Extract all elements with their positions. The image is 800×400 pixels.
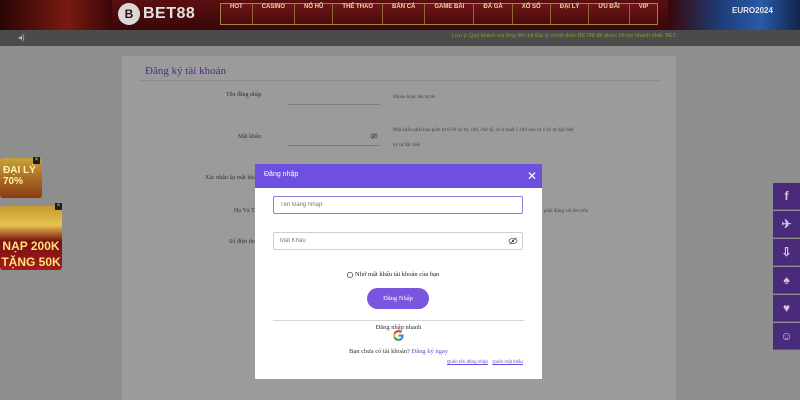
close-icon[interactable]: ✕: [525, 169, 539, 183]
nav-item-casino[interactable]: CASINO: [253, 4, 296, 24]
login-modal-title: Đăng nhập: [264, 171, 299, 178]
nav-item-ban-ca[interactable]: BẮN CÁ: [383, 4, 426, 24]
nav-item-uu-dai[interactable]: ƯU ĐÃI: [589, 4, 630, 24]
forgot-password-link[interactable]: Quên mật khẩu: [492, 359, 523, 364]
register-username-input[interactable]: [288, 104, 380, 105]
register-divider: [140, 80, 660, 81]
promo-close-icon[interactable]: ×: [55, 203, 62, 210]
download-icon[interactable]: ⇩: [773, 239, 800, 266]
promo-close-icon[interactable]: ×: [33, 157, 40, 164]
login-button[interactable]: Đăng Nhập: [367, 288, 429, 309]
speaker-icon: ◂): [18, 33, 25, 42]
logo[interactable]: B BET88: [118, 2, 195, 26]
register-username-hint: Phone hoặc tên tự do: [393, 95, 436, 100]
register-confirm-label: Xác nhận lại mật khẩu: [205, 175, 259, 181]
forgot-links: Quên tên đăng nhập Quên mật khẩu: [255, 359, 523, 364]
euro-badge: EURO2024: [732, 6, 773, 15]
promo-deposit-line2: TẶNG 50K: [1, 255, 61, 269]
announcement-text: Lưu ý: Quý khách vui lòng liên hệ Đại lý…: [452, 33, 677, 39]
promo-deposit-line1: NẠP 200K: [2, 239, 60, 253]
register-password-hint-2: ký tự đặc biệt: [393, 143, 421, 148]
username-input[interactable]: [273, 196, 523, 214]
announcement-bar: ◂) Lưu ý: Quý khách vui lòng liên hệ Đại…: [0, 30, 800, 46]
nav-item-vip[interactable]: VIP: [630, 4, 658, 24]
register-fullname-hint: phải đúng với tên trên: [544, 209, 589, 214]
nav-item-dai-ly[interactable]: ĐẠI LÝ: [551, 4, 590, 24]
main-nav: HOT CASINO NỔ HŨ THỂ THAO BẮN CÁ GAME BÀ…: [220, 3, 659, 25]
telegram-icon[interactable]: ✈: [773, 211, 800, 238]
password-input[interactable]: [273, 232, 523, 250]
remember-checkbox[interactable]: [347, 271, 353, 278]
promo-icon[interactable]: ♥: [773, 295, 800, 322]
remember-label: Nhớ mật khẩu tài khoản của bạn: [355, 271, 440, 278]
eye-off-icon[interactable]: [508, 236, 518, 246]
facebook-icon[interactable]: f: [773, 183, 800, 210]
login-modal-header: Đăng nhập ✕: [255, 164, 542, 188]
nav-item-game-bai[interactable]: GAME BÀI: [425, 4, 475, 24]
nav-item-no-hu[interactable]: NỔ HŨ: [295, 4, 334, 24]
promo-deposit-banner[interactable]: NẠP 200K TẶNG 50K: [0, 206, 62, 270]
eye-off-icon[interactable]: [370, 132, 378, 140]
header-banner-left: [0, 0, 112, 30]
remember-me[interactable]: Nhớ mật khẩu tài khoản của bạn: [347, 271, 439, 278]
register-password-label: Mật khẩu: [238, 134, 261, 140]
register-username-label: Tên đăng nhập: [226, 92, 262, 98]
register-title: Đăng ký tài khoản: [145, 65, 226, 77]
register-password-hint: Mật khẩu phải bao gồm từ 6-10 ký tự, chữ…: [393, 128, 574, 133]
nav-item-the-thao[interactable]: THỂ THAO: [333, 4, 384, 24]
register-password-input[interactable]: [288, 145, 380, 146]
nav-item-hot[interactable]: HOT: [221, 4, 253, 24]
promo-agent-banner[interactable]: ĐẠI LÝ 70%: [0, 158, 42, 198]
nav-item-xo-so[interactable]: XỔ SỐ: [513, 4, 551, 24]
logo-mark: B: [118, 3, 140, 25]
support-icon[interactable]: ☺: [773, 323, 800, 350]
site-header: B BET88 HOT CASINO NỔ HŨ THỂ THAO BẮN CÁ…: [0, 0, 800, 30]
promo-agent-text: ĐẠI LÝ 70%: [3, 165, 36, 187]
no-account-text: Bạn chưa có tài khoản? Đăng ký ngay: [348, 348, 448, 355]
register-link[interactable]: Đăng ký ngay: [412, 348, 448, 355]
login-modal: Đăng nhập ✕ Nhớ mật khẩu tài khoản của b…: [255, 164, 542, 379]
google-icon[interactable]: [392, 329, 405, 342]
forgot-username-link[interactable]: Quên tên đăng nhập: [447, 359, 488, 364]
header-banner-right[interactable]: [668, 0, 800, 30]
logo-text: BET88: [143, 5, 196, 22]
nav-item-da-ga[interactable]: ĐÁ GÀ: [474, 4, 513, 24]
game-icon[interactable]: ♠: [773, 267, 800, 294]
